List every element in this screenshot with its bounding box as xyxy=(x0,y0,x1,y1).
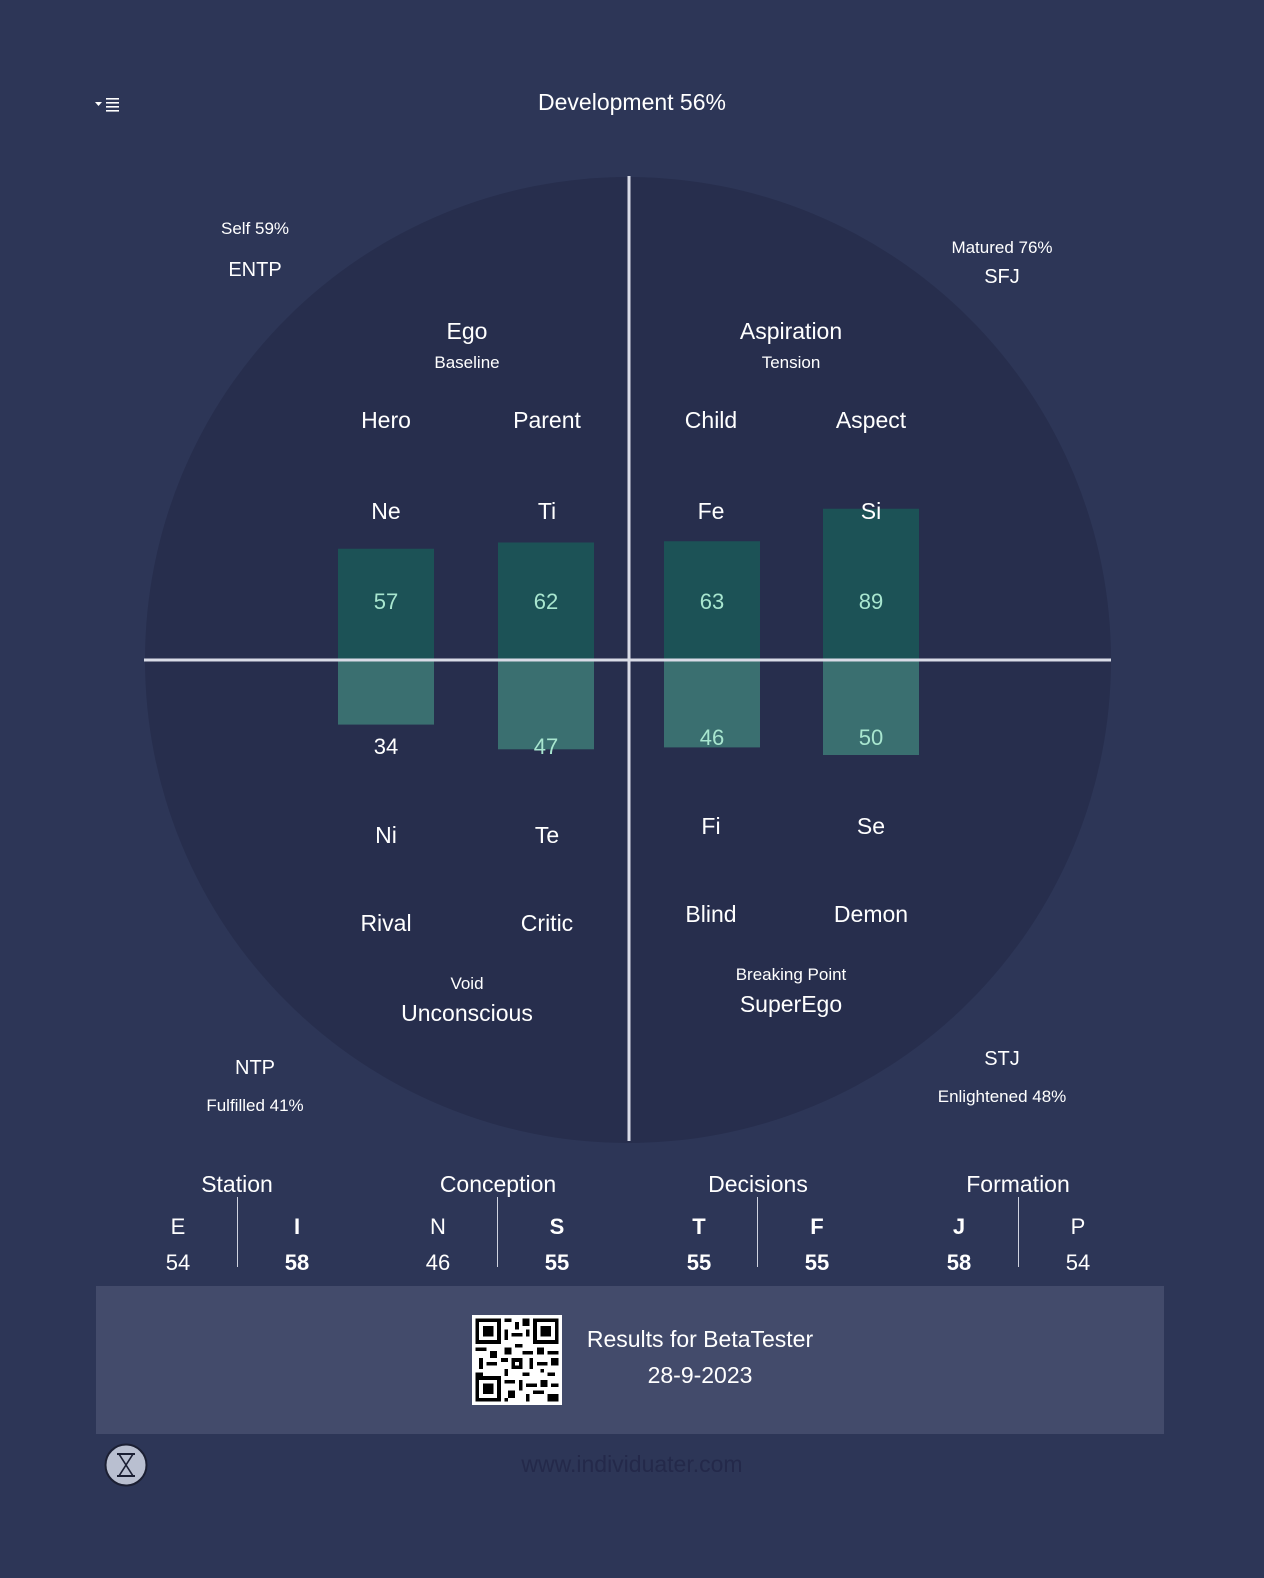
role-critic: Critic xyxy=(520,910,574,936)
letter-t: T xyxy=(692,1214,706,1239)
bar-top-label: 57 xyxy=(374,589,398,614)
aspiration-title: Aspiration xyxy=(739,318,843,344)
bar-bottom-label: 46 xyxy=(700,725,724,750)
value-p: 54 xyxy=(1065,1250,1091,1275)
self-score: Self 59% xyxy=(220,219,290,238)
fulfilled-type: NTP xyxy=(235,1057,275,1079)
dichotomy-divider xyxy=(497,1197,498,1267)
letter-e: E xyxy=(170,1214,186,1239)
role-demon: Demon xyxy=(833,901,909,927)
letter-j: J xyxy=(952,1214,966,1239)
function-se: Se xyxy=(856,813,886,839)
ego-subtitle: Baseline xyxy=(434,353,500,372)
bar-bottom xyxy=(338,660,434,725)
value-n: 46 xyxy=(425,1250,451,1275)
superego-subtitle: Breaking Point xyxy=(735,965,847,984)
letter-i: I xyxy=(293,1214,301,1239)
dichotomy-title: Decisions xyxy=(708,1171,808,1197)
letter-p: P xyxy=(1070,1214,1086,1239)
letter-n: N xyxy=(430,1214,446,1239)
value-i: 58 xyxy=(284,1250,310,1275)
letter-f: F xyxy=(810,1214,824,1239)
unconscious-title: Unconscious xyxy=(401,1000,533,1026)
fulfilled-score: Fulfilled 41% xyxy=(206,1096,304,1115)
role-parent: Parent xyxy=(513,407,581,433)
function-te: Te xyxy=(534,822,560,848)
value-s: 55 xyxy=(544,1250,570,1275)
role-aspect: Aspect xyxy=(835,407,907,433)
matured-score: Matured 76% xyxy=(951,238,1053,257)
dichotomy-divider xyxy=(237,1197,238,1267)
function-ti: Ti xyxy=(537,498,557,524)
role-child: Child xyxy=(684,407,738,433)
unconscious-subtitle: Void xyxy=(450,974,484,993)
value-f: 55 xyxy=(804,1250,830,1275)
bar-top xyxy=(823,508,919,660)
website-link[interactable]: www.individuater.com xyxy=(521,1451,742,1478)
ego-title: Ego xyxy=(446,318,488,344)
enlightened-type: STJ xyxy=(984,1048,1020,1070)
function-si: Si xyxy=(860,498,882,524)
role-rival: Rival xyxy=(360,910,412,936)
role-blind: Blind xyxy=(685,901,737,927)
results-panel xyxy=(96,1286,1164,1434)
value-j: 58 xyxy=(946,1250,972,1275)
bar-top-label: 63 xyxy=(700,589,724,614)
dichotomy-divider xyxy=(1018,1197,1019,1267)
role-hero: Hero xyxy=(361,407,411,433)
letter-s: S xyxy=(549,1214,565,1239)
dichotomy-title: Station xyxy=(201,1171,273,1197)
bar-top-label: 89 xyxy=(859,589,883,614)
results-title: Results for BetaTester xyxy=(586,1326,814,1352)
function-fe: Fe xyxy=(697,498,725,524)
bar-top-label: 62 xyxy=(534,589,558,614)
value-e: 54 xyxy=(165,1250,191,1275)
self-type: ENTP xyxy=(228,259,282,281)
qr-code-icon xyxy=(472,1315,562,1405)
dichotomy-divider xyxy=(757,1197,758,1267)
function-fi: Fi xyxy=(701,813,721,839)
bar-bottom-label: 34 xyxy=(374,734,398,759)
dichotomy-title: Formation xyxy=(966,1171,1070,1197)
function-ne: Ne xyxy=(371,498,401,524)
bar-bottom-label: 50 xyxy=(859,725,883,750)
matured-type: SFJ xyxy=(984,266,1020,288)
dichotomy-title: Conception xyxy=(439,1171,557,1197)
enlightened-score: Enlightened 48% xyxy=(937,1087,1067,1106)
hourglass-logo-icon[interactable] xyxy=(104,1443,148,1487)
superego-title: SuperEgo xyxy=(739,991,843,1017)
aspiration-subtitle: Tension xyxy=(761,353,821,372)
results-date: 28-9-2023 xyxy=(647,1362,753,1388)
bar-bottom-label: 47 xyxy=(534,734,558,759)
function-ni: Ni xyxy=(375,822,397,848)
value-t: 55 xyxy=(686,1250,712,1275)
